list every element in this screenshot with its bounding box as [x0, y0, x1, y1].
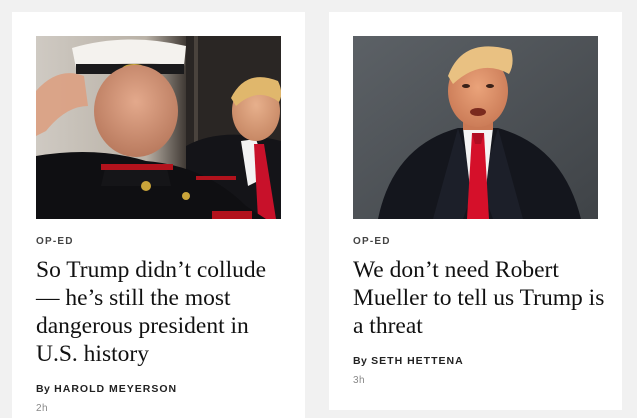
trump-portrait-photo — [353, 36, 598, 219]
article-card: OP-ED We don’t need Robert Mueller to te… — [329, 12, 622, 410]
byline-prefix: By — [353, 355, 368, 367]
timestamp: 2h — [36, 403, 49, 414]
article-card: OP-ED So Trump didn’t collude — he’s sti… — [12, 12, 305, 418]
article-thumbnail[interactable] — [353, 36, 598, 219]
article-thumbnail[interactable] — [36, 36, 281, 219]
byline: By HAROLD MEYERSON — [36, 383, 177, 395]
section-label[interactable]: OP-ED — [353, 236, 391, 247]
marine-salute-photo — [36, 36, 281, 219]
article-headline[interactable]: We don’t need Robert Mueller to tell us … — [353, 256, 609, 340]
author-name[interactable]: HAROLD MEYERSON — [54, 383, 177, 395]
section-label[interactable]: OP-ED — [36, 236, 74, 247]
author-name[interactable]: SETH HETTENA — [371, 355, 464, 367]
byline: By SETH HETTENA — [353, 355, 464, 367]
byline-prefix: By — [36, 383, 51, 395]
article-headline[interactable]: So Trump didn’t collude — he’s still the… — [36, 256, 292, 368]
article-grid: OP-ED So Trump didn’t collude — he’s sti… — [0, 0, 637, 418]
timestamp: 3h — [353, 375, 366, 386]
